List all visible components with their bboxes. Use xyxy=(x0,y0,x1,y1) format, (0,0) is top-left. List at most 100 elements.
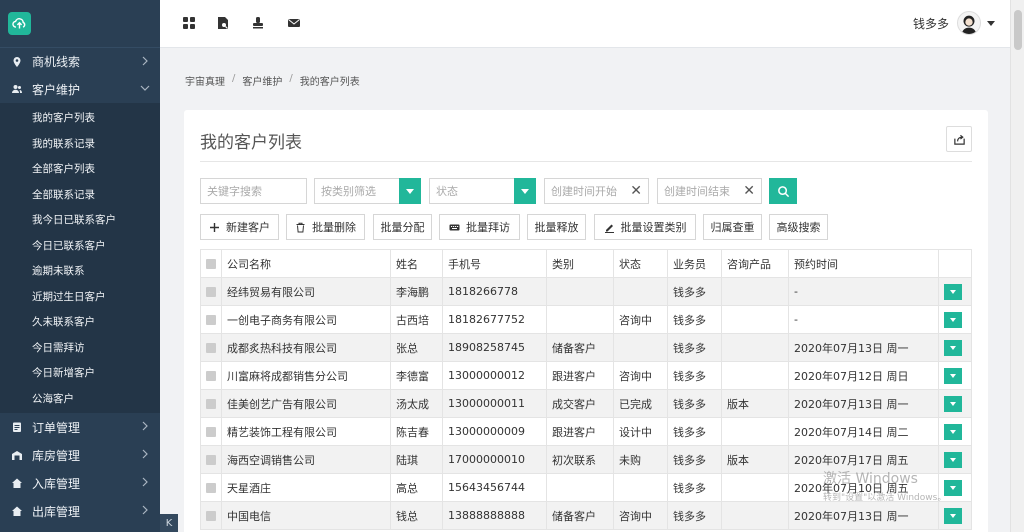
row-checkbox[interactable] xyxy=(206,511,216,521)
caret-down-icon xyxy=(514,178,536,204)
row-checkbox[interactable] xyxy=(206,371,216,381)
button-label: 批量删除 xyxy=(312,221,356,234)
category-select[interactable]: 按类别筛选 xyxy=(314,178,421,204)
sidebar-item-long-uncontacted[interactable]: 久未联系客户 xyxy=(0,309,160,335)
clear-icon[interactable]: ✕ xyxy=(743,183,755,199)
column-header[interactable]: 状态 xyxy=(613,249,668,278)
batch-visit-button[interactable]: 批量拜访 xyxy=(439,214,520,240)
batch-delete-button[interactable]: 批量删除 xyxy=(286,214,365,240)
sidebar-item-birthdays[interactable]: 近期过生日客户 xyxy=(0,284,160,310)
row-dropdown-button[interactable] xyxy=(944,283,962,300)
row-select-cell[interactable] xyxy=(200,445,222,474)
menu-group-customers[interactable]: 客户维护 xyxy=(0,75,160,103)
document-search-icon[interactable] xyxy=(216,16,230,30)
table-row[interactable]: 经纬贸易有限公司 李海鹏 1818266778 钱多多 - xyxy=(200,277,972,306)
row-select-cell[interactable] xyxy=(200,333,222,362)
menu-group-warehouse[interactable]: 库房管理 xyxy=(0,441,160,469)
table-header-row: 公司名称 姓名 手机号 类别 状态 业务员 咨询产品 预约时间 xyxy=(200,249,972,278)
row-dropdown-button[interactable] xyxy=(944,479,962,496)
avatar-icon xyxy=(961,15,977,34)
menu-group-label: 出库管理 xyxy=(32,504,81,519)
sidebar-item-overdue[interactable]: 逾期未联系 xyxy=(0,258,160,284)
menu-group-label: 入库管理 xyxy=(32,476,81,491)
table-row[interactable]: 成都炙热科技有限公司 张总 18908258745 储备客户 钱多多 2020年07月13… xyxy=(200,333,972,362)
search-button[interactable] xyxy=(769,178,797,204)
menu-group-leads[interactable]: 商机线索 xyxy=(0,47,160,75)
sidebar-item-all-customers[interactable]: 全部客户列表 xyxy=(0,156,160,182)
breadcrumb-item[interactable]: 客户维护 xyxy=(242,73,282,88)
sidebar-item-all-contacts[interactable]: 全部联系记录 xyxy=(0,182,160,208)
menu-group-inbound[interactable]: 入库管理 xyxy=(0,469,160,497)
row-select-cell[interactable] xyxy=(200,361,222,390)
breadcrumb-item[interactable]: 宇宙真理 xyxy=(185,73,225,88)
column-header[interactable]: 业务员 xyxy=(667,249,722,278)
row-dropdown-button[interactable] xyxy=(944,339,962,356)
table-cell: 钱总 xyxy=(390,501,443,530)
row-select-cell[interactable] xyxy=(200,501,222,530)
new-customer-button[interactable]: 新建客户 xyxy=(200,214,279,240)
column-header[interactable]: 手机号 xyxy=(442,249,547,278)
table-row[interactable]: 精艺装饰工程有限公司 陈吉春 13000000009 跟进客户 设计中 钱多多 2020年0… xyxy=(200,417,972,446)
row-checkbox[interactable] xyxy=(206,399,216,409)
sidebar-item-today-contacted[interactable]: 今日已联系客户 xyxy=(0,233,160,259)
row-select-cell[interactable] xyxy=(200,305,222,334)
table-row[interactable]: 佳美创艺广告有限公司 汤太成 13000000011 成交客户 已完成 钱多多 版本 2020… xyxy=(200,389,972,418)
batch-release-button[interactable]: 批量释放 xyxy=(527,214,586,240)
column-header[interactable]: 姓名 xyxy=(390,249,443,278)
sidebar-item-my-customers[interactable]: 我的客户列表 xyxy=(0,105,160,131)
stamp-icon[interactable] xyxy=(251,16,265,30)
row-checkbox[interactable] xyxy=(206,427,216,437)
table-row[interactable]: 川富麻将成都销售分公司 李德富 13000000012 跟进客户 咨询中 钱多多 2020年… xyxy=(200,361,972,390)
batch-assign-button[interactable]: 批量分配 xyxy=(373,214,432,240)
select-all-cell[interactable] xyxy=(200,249,222,278)
row-action-cell xyxy=(938,333,972,362)
batch-set-category-button[interactable]: 批量设置类别 xyxy=(594,214,696,240)
table-cell xyxy=(721,305,789,334)
page-scrollbar[interactable] xyxy=(1010,0,1024,532)
chevron-right-icon xyxy=(142,449,148,459)
created-end-input[interactable]: 创建时间结束 ✕ xyxy=(657,178,762,204)
column-header[interactable]: 公司名称 xyxy=(221,249,391,278)
select-all-checkbox[interactable] xyxy=(206,259,216,269)
row-checkbox[interactable] xyxy=(206,343,216,353)
created-start-input[interactable]: 创建时间开始 ✕ xyxy=(544,178,649,204)
clear-icon[interactable]: ✕ xyxy=(630,183,642,199)
row-select-cell[interactable] xyxy=(200,473,222,502)
sidebar-item-my-today-contacted[interactable]: 我今日已联系客户 xyxy=(0,207,160,233)
column-header[interactable]: 咨询产品 xyxy=(721,249,789,278)
row-select-cell[interactable] xyxy=(200,277,222,306)
sidebar-item-my-contacts[interactable]: 我的联系记录 xyxy=(0,131,160,157)
row-checkbox[interactable] xyxy=(206,315,216,325)
row-dropdown-button[interactable] xyxy=(944,395,962,412)
keyword-search-input[interactable]: 关键字搜索 xyxy=(200,178,307,204)
menu-group-outbound[interactable]: 出库管理 xyxy=(0,497,160,525)
row-checkbox[interactable] xyxy=(206,287,216,297)
row-dropdown-button[interactable] xyxy=(944,451,962,468)
row-select-cell[interactable] xyxy=(200,417,222,446)
sidebar-item-new-today[interactable]: 今日新增客户 xyxy=(0,360,160,386)
advanced-search-button[interactable]: 高级搜索 xyxy=(769,214,828,240)
row-dropdown-button[interactable] xyxy=(944,423,962,440)
dedupe-button[interactable]: 归属查重 xyxy=(703,214,762,240)
sidebar-collapse-button[interactable]: K xyxy=(160,514,178,532)
status-select[interactable]: 状态 xyxy=(429,178,536,204)
scrollbar-thumb[interactable] xyxy=(1014,10,1022,50)
grid-icon[interactable] xyxy=(182,16,196,30)
column-header[interactable]: 类别 xyxy=(546,249,614,278)
sidebar-item-visit-today[interactable]: 今日需拜访 xyxy=(0,335,160,361)
menu-group-orders[interactable]: 订单管理 xyxy=(0,413,160,441)
mail-icon[interactable] xyxy=(287,16,301,30)
column-header[interactable]: 预约时间 xyxy=(788,249,939,278)
row-dropdown-button[interactable] xyxy=(944,507,962,524)
export-button[interactable] xyxy=(946,126,972,152)
table-row[interactable]: 中国电信 钱总 13888888888 储备客户 咨询中 钱多多 2020年07月13日 周… xyxy=(200,501,972,530)
row-dropdown-button[interactable] xyxy=(944,311,962,328)
user-menu[interactable]: 钱多多 xyxy=(913,11,995,35)
sidebar-item-public-pool[interactable]: 公海客户 xyxy=(0,386,160,412)
row-dropdown-button[interactable] xyxy=(944,367,962,384)
row-select-cell[interactable] xyxy=(200,389,222,418)
table-row[interactable]: 一创电子商务有限公司 古西培 18182677752 咨询中 钱多多 - xyxy=(200,305,972,334)
row-checkbox[interactable] xyxy=(206,455,216,465)
row-checkbox[interactable] xyxy=(206,483,216,493)
app-logo[interactable] xyxy=(8,12,31,35)
